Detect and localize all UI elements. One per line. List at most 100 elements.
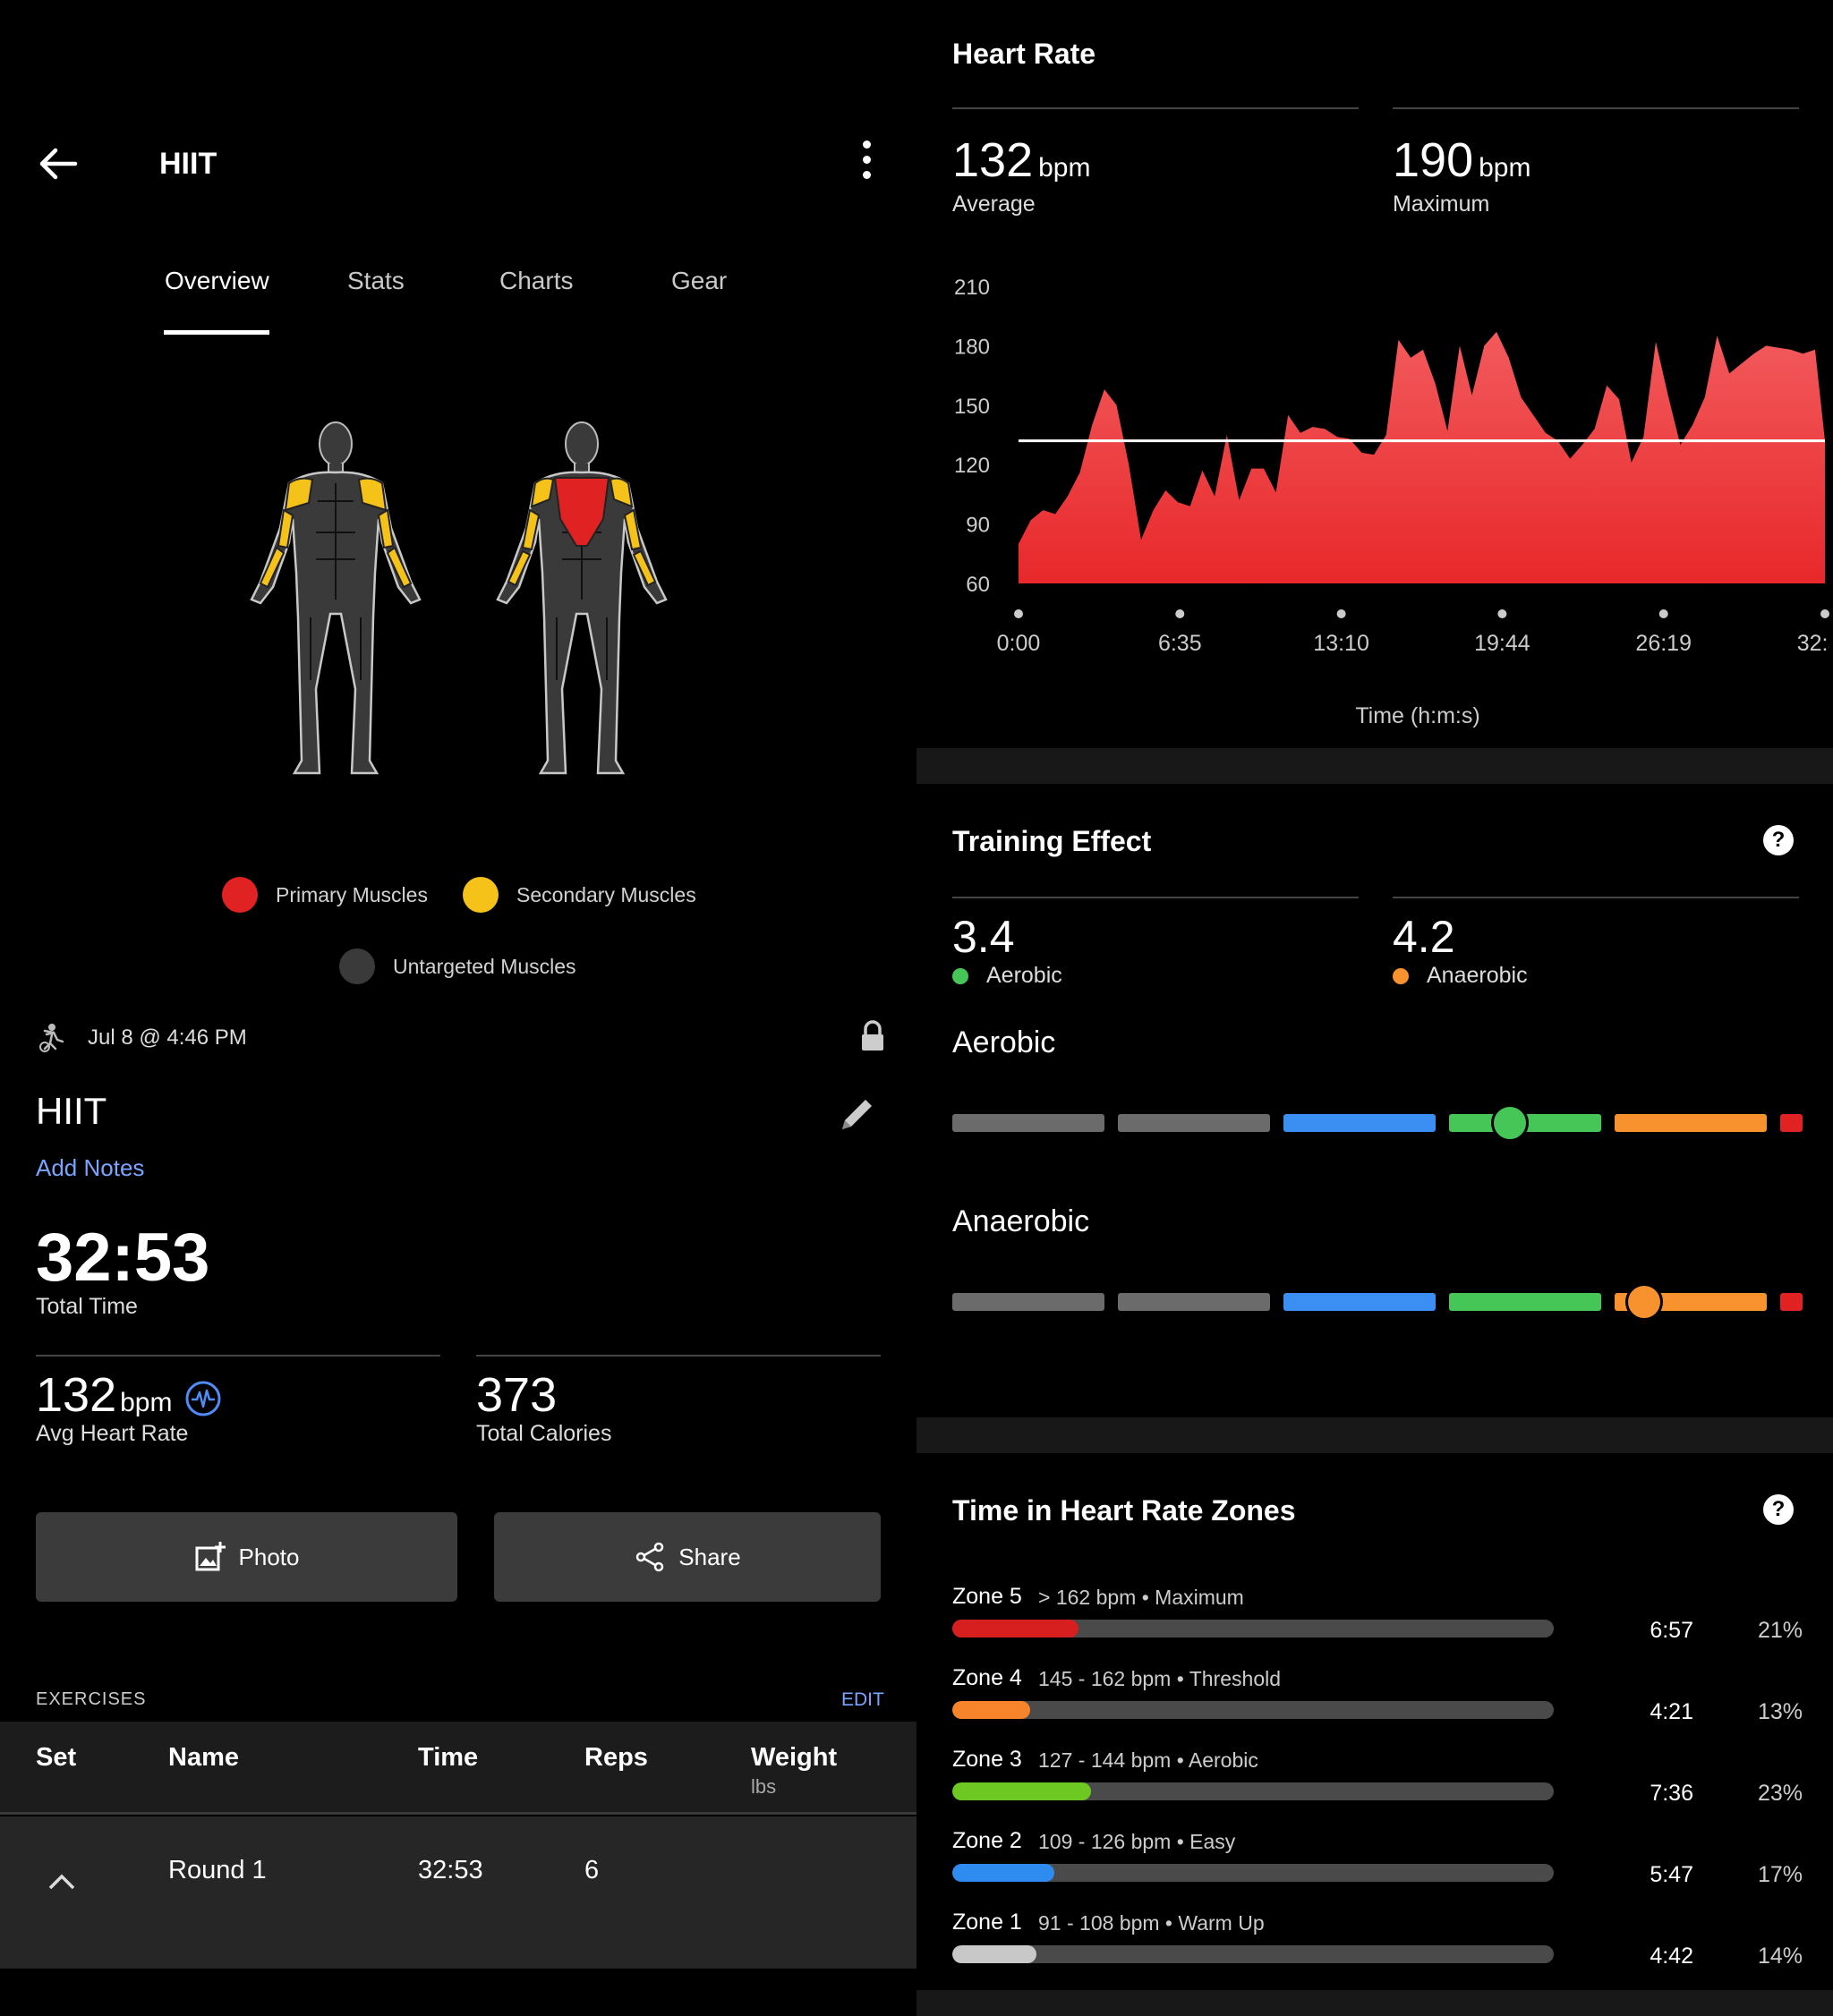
divider <box>952 897 1359 898</box>
help-icon[interactable]: ? <box>1763 1494 1794 1525</box>
training-effect-card: Training Effect ? 3.4 Aerobic 4.2 Anaero… <box>916 784 1833 1417</box>
add-photo-icon <box>195 1542 226 1571</box>
divider <box>1393 897 1799 898</box>
legend-primary-label: Primary Muscles <box>276 882 428 906</box>
tab-charts[interactable]: Charts <box>499 267 573 295</box>
x-tick-label: 32:54 <box>1797 631 1829 656</box>
more-options-button[interactable] <box>850 136 882 193</box>
legend-primary: Primary Muscles <box>222 877 428 913</box>
table-row[interactable]: Round 1 32:53 6 <box>0 1816 916 1969</box>
zone-percent: 21% <box>1757 1618 1803 1643</box>
activity-name: HIIT <box>36 1090 107 1132</box>
avg-hr-number: 132 <box>36 1368 117 1422</box>
zone-name: Zone 5 <box>952 1584 1022 1609</box>
aerobic-marker <box>1491 1104 1529 1142</box>
scale-segment <box>1780 1293 1803 1311</box>
photo-button-label: Photo <box>238 1543 300 1570</box>
zone-name: Zone 3 <box>952 1747 1022 1772</box>
zone-progress-fill <box>952 1945 1037 1963</box>
photo-button[interactable]: Photo <box>36 1512 457 1602</box>
total-time-label: Total Time <box>36 1294 138 1319</box>
legend-secondary-label: Secondary Muscles <box>516 882 696 906</box>
pencil-icon[interactable] <box>837 1093 878 1135</box>
zone-time: 4:42 <box>1650 1944 1693 1969</box>
total-calories-value: 373 <box>476 1368 558 1422</box>
aerobic-value: 3.4 <box>952 912 1015 962</box>
x-tick-dot <box>1658 609 1668 618</box>
x-tick-dot <box>1820 609 1829 618</box>
exercises-table-header: Set Name Time Reps Weight lbs <box>0 1722 916 1815</box>
scale-segment <box>952 1293 1104 1311</box>
y-tick-label: 60 <box>966 573 990 597</box>
hr-average-unit: bpm <box>1038 153 1091 183</box>
anaerobic-scale-title: Anaerobic <box>952 1204 1090 1238</box>
chevron-up-icon[interactable] <box>47 1870 77 1892</box>
x-axis-label: Time (h:m:s) <box>1355 703 1479 728</box>
col-name: Name <box>168 1743 239 1772</box>
zone-description: > 162 bpm • Maximum <box>1038 1586 1244 1609</box>
scale-segment <box>1118 1114 1270 1132</box>
tab-overview[interactable]: Overview <box>165 267 269 295</box>
x-tick-label: 26:19 <box>1635 631 1692 656</box>
exercises-edit-link[interactable]: EDIT <box>841 1689 884 1711</box>
zone-description: 109 - 126 bpm • Easy <box>1038 1830 1236 1853</box>
workout-icon <box>39 1024 64 1052</box>
back-button[interactable] <box>36 141 90 186</box>
anaerobic-marker <box>1625 1283 1663 1321</box>
share-button[interactable]: Share <box>494 1512 881 1602</box>
activity-overview-panel: HIIT Overview Stats Charts Gear Primary … <box>0 0 916 2016</box>
zone-row: Zone 5 > 162 bpm • Maximum 6:57 21% <box>952 1584 1803 1664</box>
activity-date-row: Jul 8 @ 4:46 PM <box>36 1020 886 1056</box>
zone-progress-fill <box>952 1701 1031 1719</box>
aerobic-scale <box>952 1101 1803 1145</box>
lock-icon[interactable] <box>859 1020 886 1052</box>
aerobic-label: Aerobic <box>986 963 1062 988</box>
scale-segment <box>1283 1293 1436 1311</box>
tab-stats[interactable]: Stats <box>347 267 405 295</box>
legend-untargeted: Untargeted Muscles <box>339 948 576 984</box>
avg-hr-unit: bpm <box>120 1388 173 1417</box>
share-button-label: Share <box>678 1543 741 1570</box>
zone-progress-fill <box>952 1864 1055 1882</box>
hr-average-value: 132 bpm <box>952 132 1090 188</box>
more-vert-icon <box>850 140 882 179</box>
col-weight: Weight <box>751 1743 838 1772</box>
x-tick-dot <box>1497 609 1507 618</box>
tab-bar: Overview Stats Charts Gear <box>0 259 916 335</box>
total-calories-label: Total Calories <box>476 1421 612 1446</box>
hr-maximum-label: Maximum <box>1393 191 1490 217</box>
front-body-figure <box>250 421 422 775</box>
heart-rate-icon[interactable] <box>184 1380 222 1417</box>
training-effect-title: Training Effect <box>952 825 1152 857</box>
zone-row: Zone 3 127 - 144 bpm • Aerobic 7:36 23% <box>952 1747 1803 1827</box>
aerobic-label-row: Aerobic <box>952 963 1062 989</box>
exercises-heading: EXERCISES <box>36 1689 147 1709</box>
zone-time: 6:57 <box>1650 1618 1693 1643</box>
active-tab-indicator <box>164 330 269 335</box>
hr-average-label: Average <box>952 191 1036 217</box>
help-icon[interactable]: ? <box>1763 825 1794 855</box>
tab-gear[interactable]: Gear <box>671 267 727 295</box>
zone-progress-fill <box>952 1782 1091 1800</box>
zone-percent: 23% <box>1757 1781 1803 1806</box>
add-notes-link[interactable]: Add Notes <box>36 1154 144 1182</box>
x-tick-label: 6:35 <box>1158 631 1202 656</box>
legend-untargeted-label: Untargeted Muscles <box>393 954 576 978</box>
hr-average-number: 132 <box>952 133 1034 187</box>
anaerobic-label: Anaerobic <box>1427 963 1528 988</box>
heart-rate-card: Heart Rate 132 bpm Average 190 bpm Maximum… <box>916 0 1833 748</box>
total-time-value: 32:53 <box>36 1220 210 1296</box>
hr-zones-card: Time in Heart Rate Zones ? Zone 5 > 162 b… <box>916 1453 1833 1990</box>
zone-row: Zone 4 145 - 162 bpm • Threshold 4:21 13% <box>952 1665 1803 1746</box>
scale-segment <box>1449 1293 1601 1311</box>
heart-rate-chart[interactable]: 210 180 150 120 90 60 0:00 6:35 13:10 19:44 26:19 3… <box>943 259 1829 761</box>
y-tick-label: 90 <box>966 514 990 538</box>
zone-progress-bar <box>952 1864 1554 1882</box>
zone-percent: 17% <box>1757 1862 1803 1887</box>
x-tick-dot <box>1014 609 1023 618</box>
exercise-name: Round 1 <box>168 1856 267 1884</box>
zone-progress-bar <box>952 1782 1554 1800</box>
y-tick-label: 120 <box>954 454 990 478</box>
hr-maximum-value: 190 bpm <box>1393 132 1530 188</box>
zone-progress-bar <box>952 1620 1554 1637</box>
